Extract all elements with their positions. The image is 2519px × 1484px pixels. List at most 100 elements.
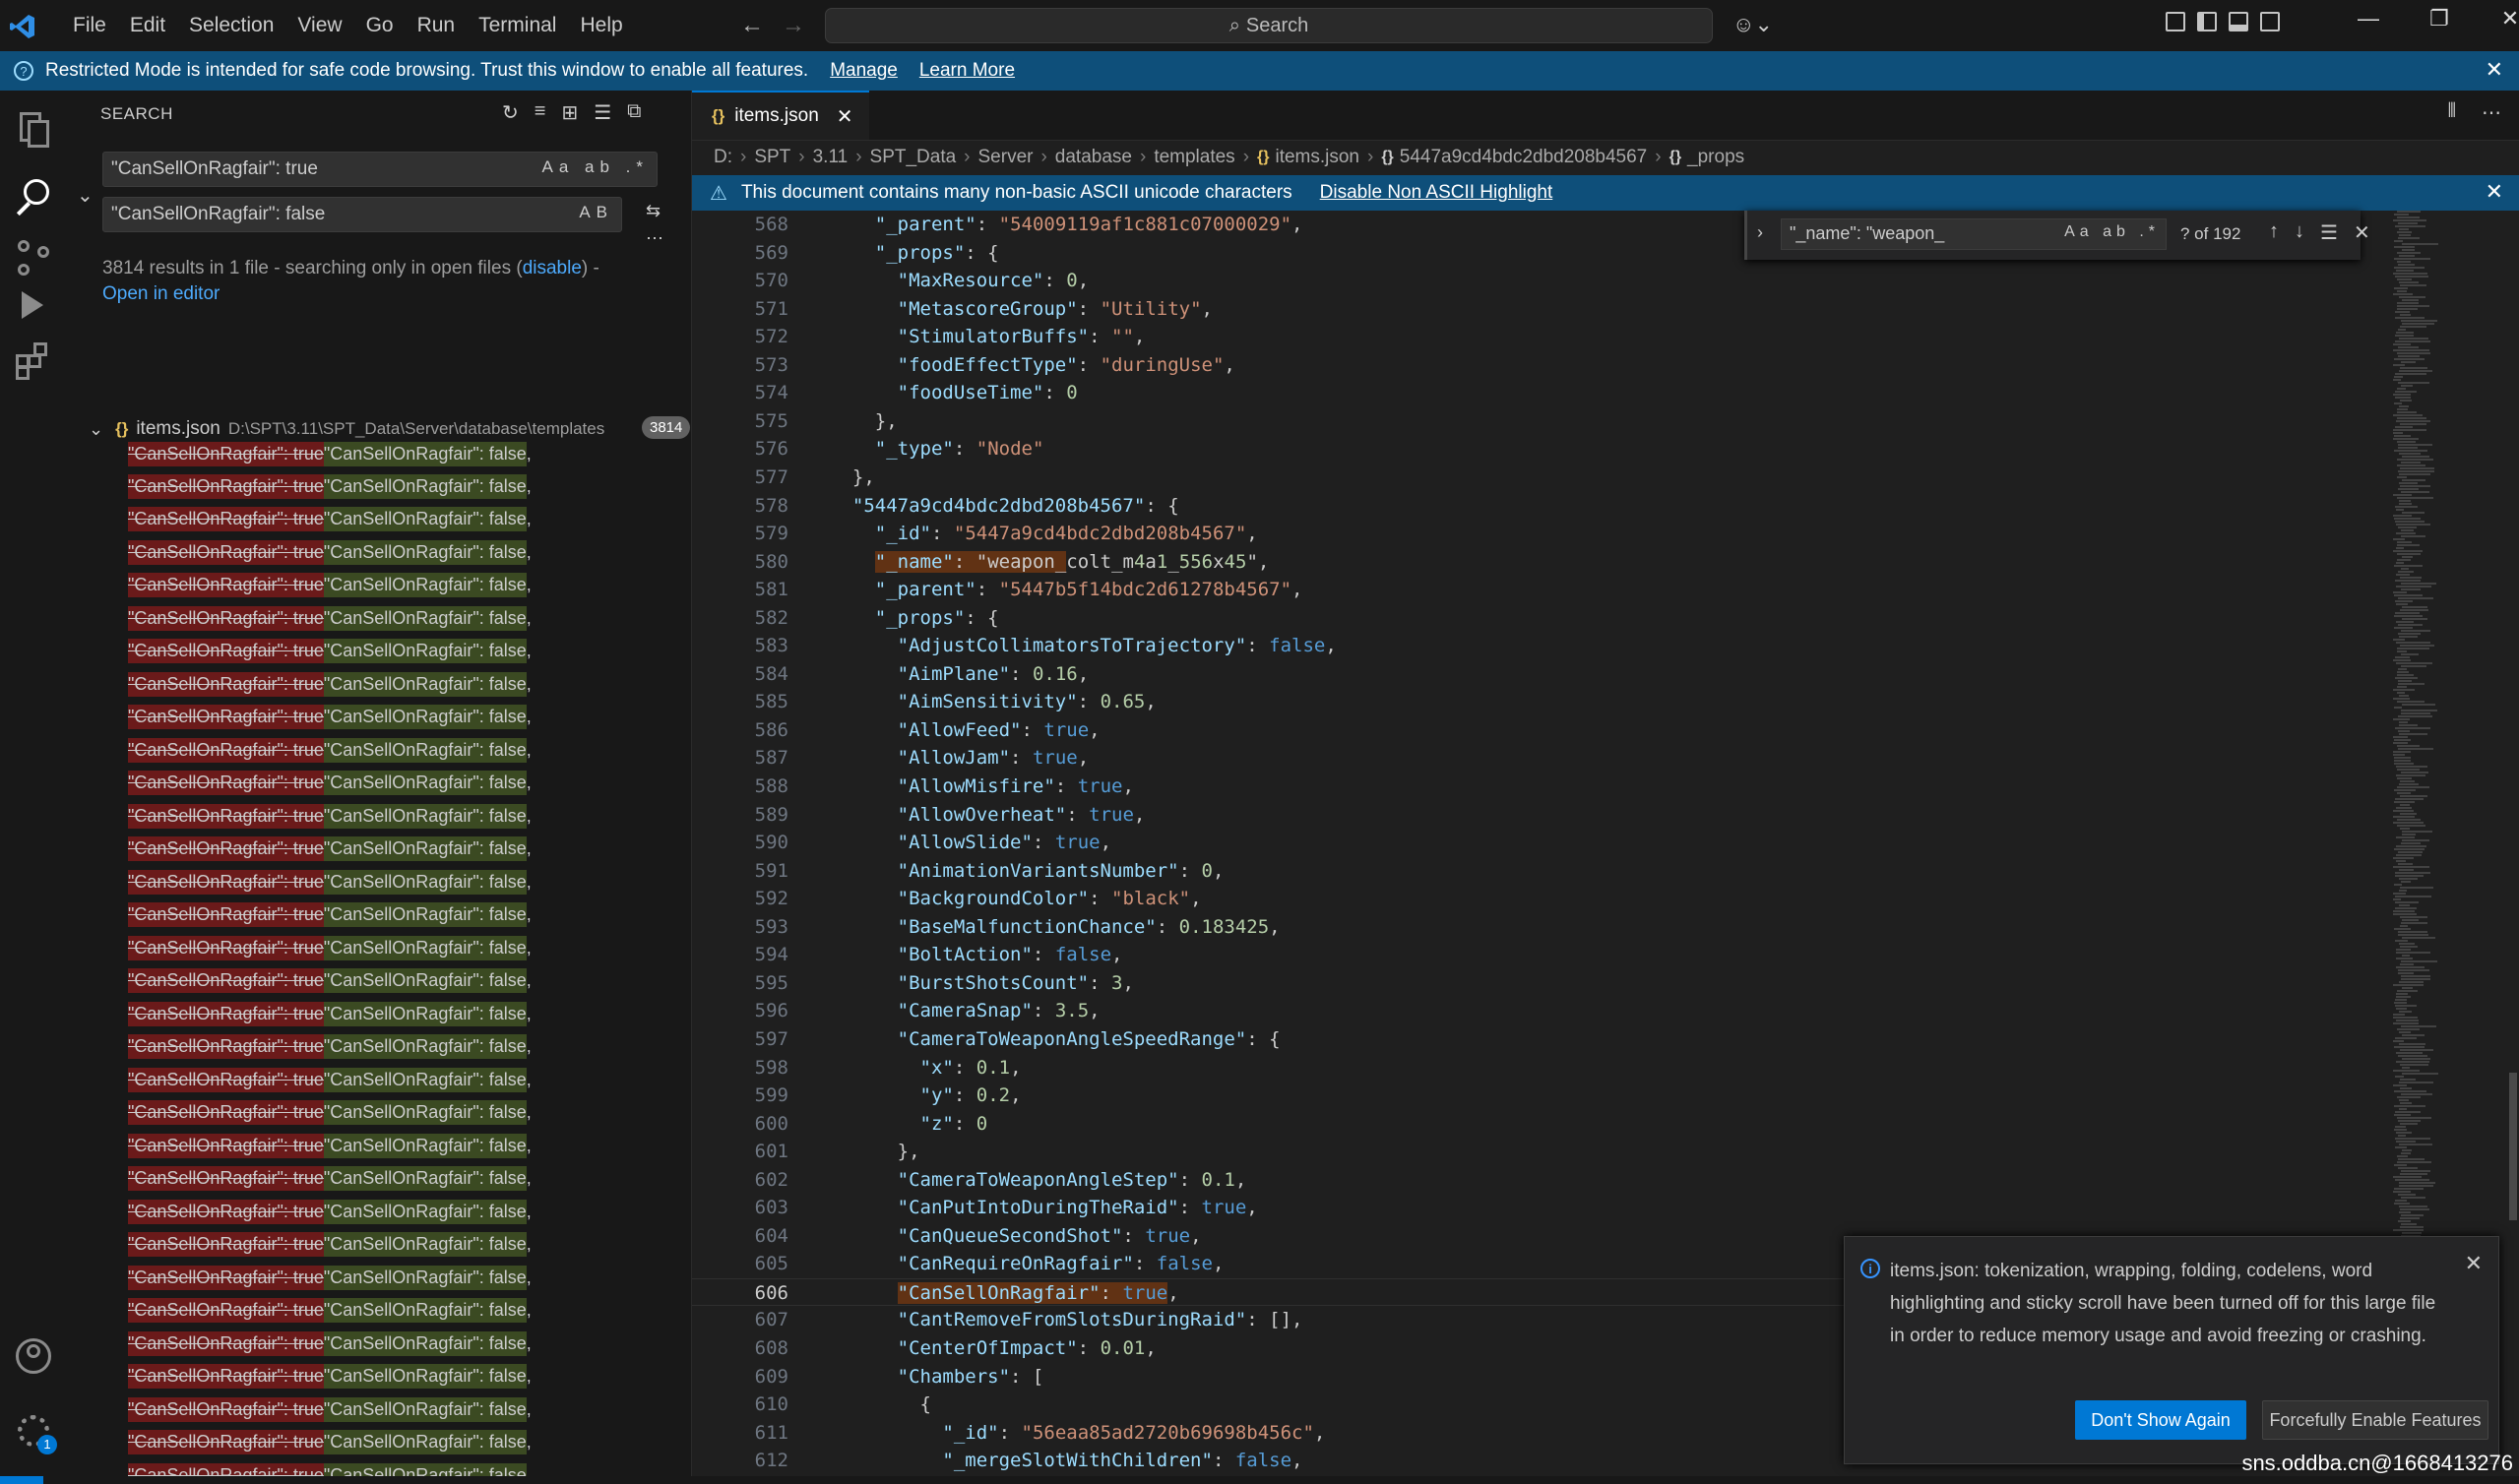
search-input[interactable]: "CanSellOnRagfair": true Aa ab .* xyxy=(102,152,658,187)
manage-gear-icon[interactable]: 1 xyxy=(14,1411,57,1454)
copilot-icon[interactable]: ☺⌄ xyxy=(1732,12,1773,37)
learn-more-link[interactable]: Learn More xyxy=(919,60,1015,82)
search-result-row[interactable]: "CanSellOnRagfair": true "CanSellOnRagfai… xyxy=(128,572,532,599)
breadcrumb-item[interactable]: database xyxy=(1055,147,1132,168)
menu-selection[interactable]: Selection xyxy=(177,14,285,37)
search-result-row[interactable]: "CanSellOnRagfair": true "CanSellOnRagfai… xyxy=(128,1165,532,1193)
minimize-icon[interactable]: — xyxy=(2333,6,2404,31)
search-result-row[interactable]: "CanSellOnRagfair": true "CanSellOnRagfai… xyxy=(128,1264,532,1291)
disable-non-ascii-link[interactable]: Disable Non ASCII Highlight xyxy=(1320,182,1553,204)
replace-input[interactable]: "CanSellOnRagfair": false AB xyxy=(102,197,622,232)
close-icon[interactable]: ✕ xyxy=(2486,179,2503,205)
search-result-row[interactable]: "CanSellOnRagfair": true "CanSellOnRagfai… xyxy=(128,1198,532,1225)
refresh-icon[interactable]: ↻ xyxy=(502,100,519,125)
search-result-row[interactable]: "CanSellOnRagfair": true "CanSellOnRagfai… xyxy=(128,1297,532,1325)
code-line[interactable]: 586 "AllowFeed": true, xyxy=(692,716,2405,744)
code-line[interactable]: 575 }, xyxy=(692,407,2405,435)
editor-scrollbar[interactable] xyxy=(2507,211,2519,1476)
more-actions-icon[interactable]: ⋯ xyxy=(2482,100,2501,125)
search-result-row[interactable]: "CanSellOnRagfair": true "CanSellOnRagfai… xyxy=(128,1066,532,1093)
code-line[interactable]: 574 "foodUseTime": 0 xyxy=(692,379,2405,406)
toggle-replace-icon[interactable]: › xyxy=(1757,222,1763,243)
code-line[interactable]: 589 "AllowOverheat": true, xyxy=(692,801,2405,829)
replace-all-icon[interactable]: ⇆ xyxy=(646,201,661,221)
code-line[interactable]: 572 "StimulatorBuffs": "", xyxy=(692,323,2405,350)
search-result-row[interactable]: "CanSellOnRagfair": true "CanSellOnRagfai… xyxy=(128,1429,532,1456)
code-line[interactable]: 587 "AllowJam": true, xyxy=(692,744,2405,772)
code-line[interactable]: 570 "MaxResource": 0, xyxy=(692,267,2405,294)
clear-results-icon[interactable]: ≡ xyxy=(535,100,546,125)
disable-link[interactable]: disable xyxy=(523,258,582,278)
breadcrumb-item[interactable]: D: xyxy=(714,147,732,168)
search-result-row[interactable]: "CanSellOnRagfair": true "CanSellOnRagfai… xyxy=(128,1363,532,1391)
toggle-secondary-sidebar-icon[interactable] xyxy=(2260,12,2280,31)
close-tab-icon[interactable]: ✕ xyxy=(837,104,853,129)
search-result-row[interactable]: "CanSellOnRagfair": true "CanSellOnRagfai… xyxy=(128,1000,532,1027)
next-match-icon[interactable]: ↓ xyxy=(2295,220,2304,245)
search-result-row[interactable]: "CanSellOnRagfair": true "CanSellOnRagfai… xyxy=(128,472,532,500)
previous-match-icon[interactable]: ↑ xyxy=(2269,220,2279,245)
code-line[interactable]: 602 "CameraToWeaponAngleStep": 0.1, xyxy=(692,1166,2405,1194)
code-line[interactable]: 600 "z": 0 xyxy=(692,1110,2405,1138)
open-in-editor-link[interactable]: Open in editor xyxy=(102,283,220,304)
code-line[interactable]: 592 "BackgroundColor": "black", xyxy=(692,885,2405,912)
explorer-icon[interactable] xyxy=(14,110,53,150)
toggle-primary-sidebar-icon[interactable] xyxy=(2197,12,2217,31)
search-view-icon[interactable] xyxy=(14,179,53,218)
close-icon[interactable]: ✕ xyxy=(2486,57,2503,83)
code-line[interactable]: 596 "CameraSnap": 3.5, xyxy=(692,997,2405,1024)
search-result-row[interactable]: "CanSellOnRagfair": true "CanSellOnRagfai… xyxy=(128,901,532,929)
split-editor-icon[interactable]: ⫴ xyxy=(2448,100,2456,125)
source-control-icon[interactable] xyxy=(14,238,53,278)
code-line[interactable]: 579 "_id": "5447a9cd4bdc2dbd208b4567", xyxy=(692,520,2405,547)
menu-run[interactable]: Run xyxy=(406,14,468,37)
menu-edit[interactable]: Edit xyxy=(118,14,177,37)
search-result-row[interactable]: "CanSellOnRagfair": true "CanSellOnRagfai… xyxy=(128,835,532,863)
menu-file[interactable]: File xyxy=(61,14,118,37)
search-result-row[interactable]: "CanSellOnRagfair": true "CanSellOnRagfai… xyxy=(128,1033,532,1061)
code-line[interactable]: 595 "BurstShotsCount": 3, xyxy=(692,969,2405,997)
collapse-all-icon[interactable]: ⧉ xyxy=(627,100,641,125)
customize-layout-icon[interactable] xyxy=(2166,12,2185,31)
preserve-case-icon[interactable]: AB xyxy=(579,203,613,222)
code-line[interactable]: 580 "_name": "weapon_colt_m4a1_556x45", xyxy=(692,548,2405,576)
dont-show-again-button[interactable]: Don't Show Again xyxy=(2075,1400,2246,1440)
close-notification-icon[interactable]: ✕ xyxy=(2465,1251,2483,1276)
forward-arrow-icon[interactable]: → xyxy=(782,12,805,38)
code-line[interactable]: 577 }, xyxy=(692,464,2405,491)
code-line[interactable]: 590 "AllowSlide": true, xyxy=(692,829,2405,856)
breadcrumb-item[interactable]: templates xyxy=(1154,147,1234,168)
code-line[interactable]: 576 "_type": "Node" xyxy=(692,435,2405,463)
breadcrumb-item[interactable]: SPT_Data xyxy=(870,147,957,168)
menu-view[interactable]: View xyxy=(285,14,353,37)
search-result-row[interactable]: "CanSellOnRagfair": true "CanSellOnRagfai… xyxy=(128,1395,532,1423)
remote-indicator[interactable] xyxy=(0,1476,43,1484)
breadcrumb-item[interactable]: items.json xyxy=(1275,147,1359,168)
search-result-row[interactable]: "CanSellOnRagfair": true "CanSellOnRagfai… xyxy=(128,1132,532,1159)
search-result-row[interactable]: "CanSellOnRagfair": true "CanSellOnRagfai… xyxy=(128,1461,532,1476)
scrollbar-thumb[interactable] xyxy=(2509,1073,2517,1220)
code-line[interactable]: 571 "MetascoreGroup": "Utility", xyxy=(692,295,2405,323)
find-options-icons[interactable]: Aa ab .* xyxy=(2064,223,2160,241)
toggle-panel-icon[interactable] xyxy=(2229,12,2248,31)
search-result-row[interactable]: "CanSellOnRagfair": true "CanSellOnRagfai… xyxy=(128,967,532,995)
manage-link[interactable]: Manage xyxy=(830,60,898,82)
search-result-row[interactable]: "CanSellOnRagfair": true "CanSellOnRagfai… xyxy=(128,802,532,830)
run-debug-icon[interactable] xyxy=(14,287,53,327)
code-line[interactable]: 583 "AdjustCollimatorsToTrajectory": fal… xyxy=(692,632,2405,659)
code-line[interactable]: 588 "AllowMisfire": true, xyxy=(692,773,2405,800)
search-result-row[interactable]: "CanSellOnRagfair": true "CanSellOnRagfai… xyxy=(128,1329,532,1357)
code-line[interactable]: 581 "_parent": "5447b5f14bdc2d61278b4567… xyxy=(692,576,2405,603)
chevron-down-icon[interactable]: ⌄ xyxy=(89,419,103,440)
code-line[interactable]: 584 "AimPlane": 0.16, xyxy=(692,660,2405,688)
search-result-row[interactable]: "CanSellOnRagfair": true "CanSellOnRagfai… xyxy=(128,736,532,764)
code-line[interactable]: 594 "BoltAction": false, xyxy=(692,941,2405,968)
search-result-row[interactable]: "CanSellOnRagfair": true "CanSellOnRagfai… xyxy=(128,1231,532,1259)
tab-items-json[interactable]: {} items.json ✕ xyxy=(692,91,869,140)
menu-terminal[interactable]: Terminal xyxy=(467,14,568,37)
restore-icon[interactable]: ❐ xyxy=(2404,6,2475,31)
extensions-icon[interactable] xyxy=(14,340,53,380)
new-search-editor-icon[interactable]: ⊞ xyxy=(561,100,578,125)
search-result-row[interactable]: "CanSellOnRagfair": true "CanSellOnRagfai… xyxy=(128,770,532,797)
accounts-icon[interactable] xyxy=(14,1336,53,1376)
